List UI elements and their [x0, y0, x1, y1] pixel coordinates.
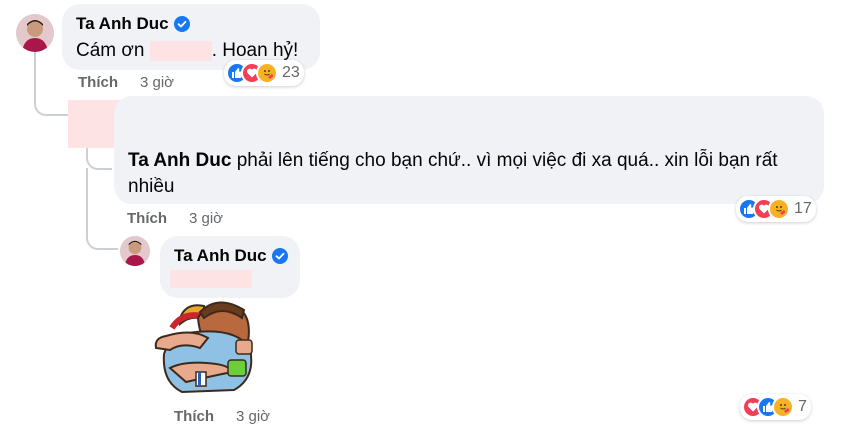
comment-actions: Thích 3 giờ	[127, 210, 223, 227]
like-link[interactable]: Thích	[78, 74, 118, 91]
comment-bubble: Ta Anh Duc	[160, 236, 300, 298]
reaction-summary[interactable]: 17	[736, 196, 816, 222]
comment-text: Ta Anh Duc phải lên tiếng cho bạn chứ.. …	[128, 150, 778, 197]
like-link[interactable]: Thích	[174, 408, 214, 425]
timestamp[interactable]: 3 giờ	[189, 210, 223, 227]
avatar[interactable]	[120, 236, 150, 266]
reaction-count: 7	[798, 398, 807, 415]
care-reaction-icon	[768, 198, 790, 220]
author-name[interactable]: Ta Anh Duc	[174, 246, 288, 266]
comment-bubble: Ta Anh Duc phải lên tiếng cho bạn chứ.. …	[114, 96, 824, 204]
timestamp[interactable]: 3 giờ	[140, 74, 174, 91]
like-link[interactable]: Thích	[127, 210, 167, 227]
care-reaction-icon	[256, 62, 278, 84]
avatar[interactable]	[16, 14, 54, 52]
author-name[interactable]: Ta Anh Duc	[76, 14, 190, 34]
redacted-text	[170, 270, 252, 288]
redacted-name	[149, 40, 212, 61]
comment-actions: Thích 3 giờ	[174, 408, 270, 425]
reaction-count: 23	[282, 64, 300, 81]
comment-actions: Thích 3 giờ	[78, 74, 174, 91]
hug-sticker[interactable]	[152, 298, 262, 398]
verified-badge-icon	[271, 248, 288, 264]
verified-badge-icon	[173, 16, 190, 32]
care-reaction-icon	[772, 396, 794, 418]
timestamp[interactable]: 3 giờ	[236, 408, 270, 425]
author-name[interactable]: Ta Anh Duc	[128, 150, 231, 171]
reaction-count: 17	[794, 200, 812, 217]
reaction-summary[interactable]: 23	[224, 60, 304, 86]
reaction-summary[interactable]: 7	[740, 394, 811, 420]
